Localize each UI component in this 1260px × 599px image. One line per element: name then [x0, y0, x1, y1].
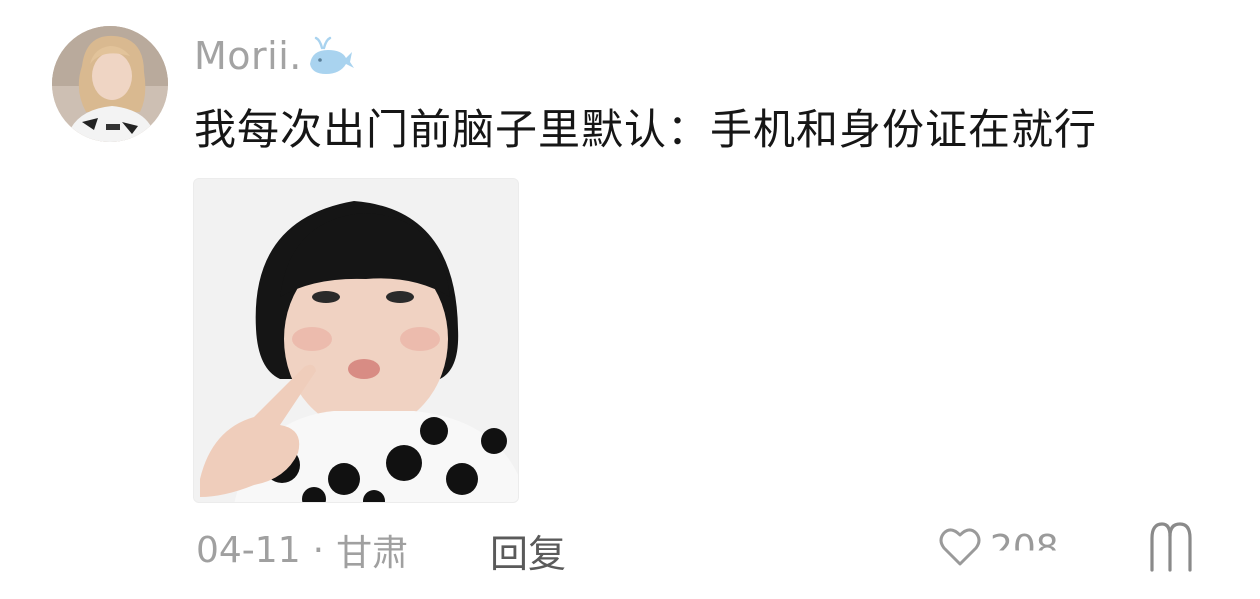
- like-count: 208: [990, 527, 1059, 569]
- avatar-image: [52, 26, 168, 142]
- comment-text: 我每次出门前脑子里默认：手机和身份证在就行: [194, 105, 1098, 154]
- username-row: Morii.: [194, 30, 356, 82]
- heart-outline-icon: [936, 524, 984, 572]
- meta-separator: ·: [312, 529, 325, 571]
- comment-location: 甘肃: [336, 533, 409, 574]
- username[interactable]: Morii.: [194, 34, 302, 78]
- comment-image[interactable]: [193, 178, 519, 503]
- whale-icon: [306, 34, 356, 78]
- comment-more-icon[interactable]: [1140, 516, 1200, 576]
- comment-date: 04-11: [196, 529, 301, 571]
- comment-item: Morii. 我每次出门前脑子里默认：手机和身份证在就行 04-11 · 甘肃 …: [0, 0, 1260, 599]
- like-button[interactable]: 208: [936, 518, 1059, 578]
- reply-button[interactable]: 回复: [490, 522, 566, 578]
- comment-meta: 04-11 · 甘肃: [196, 522, 408, 578]
- user-avatar[interactable]: [52, 26, 168, 142]
